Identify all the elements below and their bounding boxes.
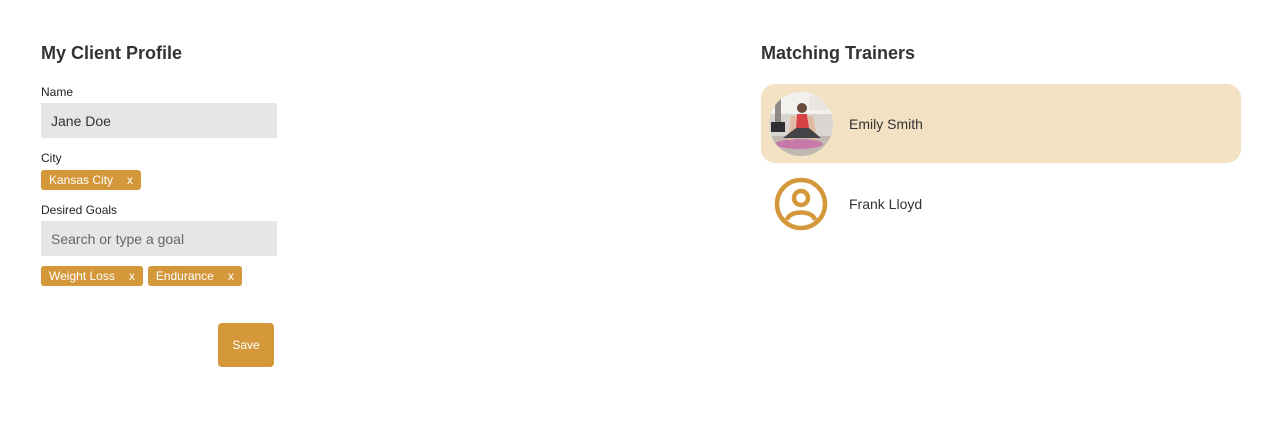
trainer-card[interactable]: Frank Lloyd bbox=[761, 164, 1241, 243]
name-label: Name bbox=[41, 85, 74, 99]
name-input[interactable] bbox=[41, 103, 277, 138]
goal-chip: Weight Loss x bbox=[41, 266, 143, 286]
remove-city-chip-button[interactable]: x bbox=[127, 173, 133, 187]
city-chip-label: Kansas City bbox=[49, 173, 114, 187]
client-profile-panel: My Client Profile Name City Kansas City … bbox=[41, 40, 277, 367]
goal-chip: Endurance x bbox=[147, 266, 242, 286]
trainer-name: Emily Smith bbox=[849, 115, 923, 132]
goal-search-input[interactable] bbox=[41, 221, 277, 256]
city-chip: Kansas City x bbox=[41, 170, 142, 190]
goal-chip-label: Weight Loss bbox=[49, 269, 115, 283]
user-circle-icon bbox=[769, 172, 833, 236]
save-button[interactable]: Save bbox=[218, 323, 274, 367]
desired-goals-label: Desired Goals bbox=[41, 203, 118, 217]
profile-title: My Client Profile bbox=[41, 43, 183, 63]
goal-chips: Weight Loss x Endurance x bbox=[41, 266, 242, 286]
remove-goal-chip-button[interactable]: x bbox=[129, 269, 135, 283]
matching-trainers-panel: Matching Trainers Emily Smith Frank Lloy… bbox=[761, 40, 1241, 230]
goal-chip-label: Endurance bbox=[155, 269, 214, 283]
remove-goal-chip-button[interactable]: x bbox=[228, 269, 234, 283]
city-label: City bbox=[41, 151, 62, 165]
trainer-name: Frank Lloyd bbox=[849, 195, 923, 212]
trainer-card[interactable]: Emily Smith bbox=[761, 84, 1241, 163]
trainers-title: Matching Trainers bbox=[761, 43, 916, 63]
trainer-photo bbox=[769, 91, 833, 156]
